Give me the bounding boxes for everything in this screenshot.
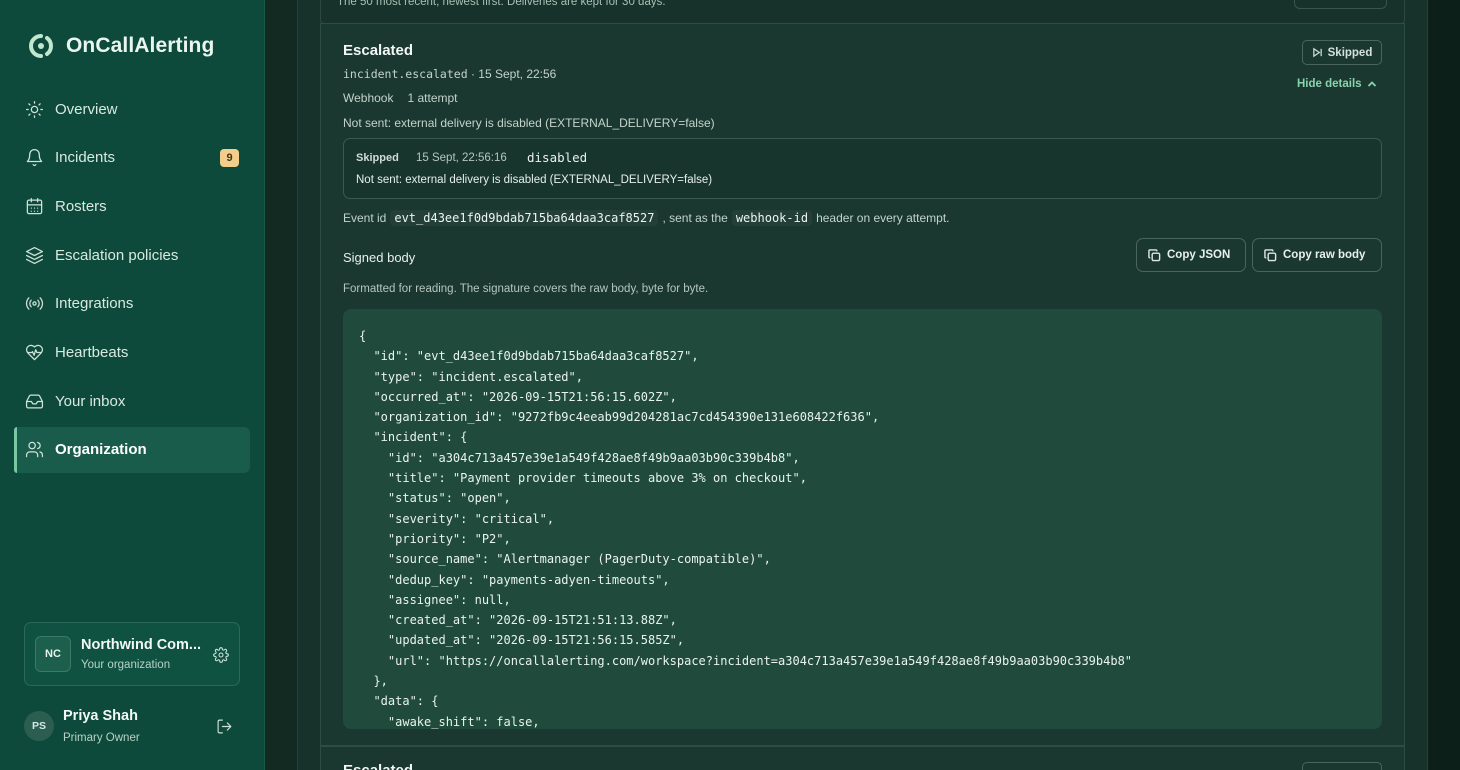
sidebar-item-label: Your inbox [55,392,126,410]
org-subtitle: Your organization [81,659,171,671]
avatar: PS [24,711,54,741]
incidents-count-badge: 9 [220,148,239,167]
sidebar: OnCallAlerting Overview Incidents 9 Rost… [0,0,265,770]
brand-name: OnCallAlerting [66,34,215,57]
channel-label: Webhook [343,91,394,105]
sidebar-item-rosters[interactable]: Rosters [14,183,250,229]
sidebar-item-overview[interactable]: Overview [14,86,250,132]
copy-raw-label: Copy raw body [1283,249,1366,261]
event-id-prefix: Event id [343,211,387,225]
event-id-suffix: header on every attempt. [816,211,950,225]
signed-body-json: { "id": "evt_d43ee1f0d9bdab715ba64daa3ca… [359,329,1133,729]
inbox-icon [24,391,44,411]
organization-switcher[interactable]: NC Northwind Com... Your organization [24,622,240,686]
copy-icon [1264,248,1277,261]
event-type: incident.escalated [343,67,468,81]
right-rail [1428,0,1460,770]
copy-icon [1148,248,1161,261]
brand[interactable]: OnCallAlerting [24,32,214,60]
chevron-up-icon [1367,81,1376,87]
status-badge: Skipped [1302,40,1382,65]
heart-pulse-icon [24,342,44,362]
org-name: Northwind Com... [81,637,202,653]
delivery-reason: Not sent: external delivery is disabled … [343,116,715,130]
sidebar-item-label: Overview [55,100,118,118]
gear-icon[interactable] [213,647,229,663]
user-name: Priya Shah [63,708,138,724]
sidebar-item-incidents[interactable]: Incidents 9 [14,135,250,181]
previous-card-button[interactable] [1294,0,1387,9]
sidebar-item-label: Heartbeats [55,343,129,361]
hide-details-toggle[interactable]: Hide details [1297,78,1377,90]
copy-json-button[interactable]: Copy JSON [1136,238,1246,272]
signed-body-code[interactable]: { "id": "evt_d43ee1f0d9bdab715ba64daa3ca… [343,309,1382,729]
oncall-logo-icon [29,34,53,58]
sidebar-nav: Overview Incidents 9 Rosters Escalation … [14,86,250,476]
sidebar-item-label: Organization [55,441,147,459]
sidebar-item-label: Integrations [55,295,134,313]
bell-icon [24,148,44,168]
sidebar-item-label: Incidents [55,149,116,167]
delivery-title: Escalated [343,42,414,59]
user-profile[interactable]: PS Priya Shah Primary Owner [24,704,240,748]
attempt-code: disabled [527,150,588,165]
hide-details-label: Hide details [1297,78,1362,90]
attempts-count: 1 attempt [407,91,458,105]
copy-raw-body-button[interactable]: Copy raw body [1252,238,1382,272]
sidebar-item-heartbeats[interactable]: Heartbeats [14,329,250,375]
broadcast-icon [24,294,44,314]
deliveries-note: The 50 most recent, newest first. Delive… [337,0,666,8]
attempt-time: 15 Sept, 22:56:16 [416,152,507,164]
next-delivery-title: Escalated [343,762,413,770]
sun-icon [24,99,44,119]
event-id-line: Event id evt_d43ee1f0d9bdab715ba64daa3ca… [343,210,950,226]
format-note: Formatted for reading. The signature cov… [343,283,709,295]
attempt-status: Skipped [356,152,399,164]
sidebar-item-organization[interactable]: Organization [14,426,250,473]
delivery-channel: Webhook 1 attempt [343,91,458,105]
signed-body-label: Signed body [343,250,416,265]
layers-icon [24,245,44,265]
calendar-icon [24,196,44,216]
event-id-mid: , sent as the [662,211,728,225]
logout-icon[interactable] [216,718,234,736]
copy-json-label: Copy JSON [1167,249,1231,261]
sidebar-item-integrations[interactable]: Integrations [14,281,250,327]
next-delivery-card [320,746,1405,770]
skip-icon [1312,47,1322,58]
user-role: Primary Owner [63,732,140,744]
sidebar-item-label: Escalation policies [55,246,179,264]
users-icon [24,440,44,460]
delivery-timestamp: · 15 Sept, 22:56 [467,67,557,81]
delivery-card-divider [320,23,1405,24]
status-label: Skipped [1327,46,1373,59]
attempt-row: Skipped 15 Sept, 22:56:16 disabled Not s… [343,138,1382,199]
org-avatar: NC [35,636,71,672]
sidebar-item-escalation-policies[interactable]: Escalation policies [14,232,250,278]
delivery-meta: incident.escalated · 15 Sept, 22:56 [343,67,556,81]
sidebar-item-your-inbox[interactable]: Your inbox [14,378,250,424]
attempt-message: Not sent: external delivery is disabled … [356,174,713,186]
header-name: webhook-id [731,210,813,226]
event-id-value: evt_d43ee1f0d9bdab715ba64daa3caf8527 [390,210,659,226]
next-status-badge [1302,762,1382,770]
sidebar-item-label: Rosters [55,197,107,215]
